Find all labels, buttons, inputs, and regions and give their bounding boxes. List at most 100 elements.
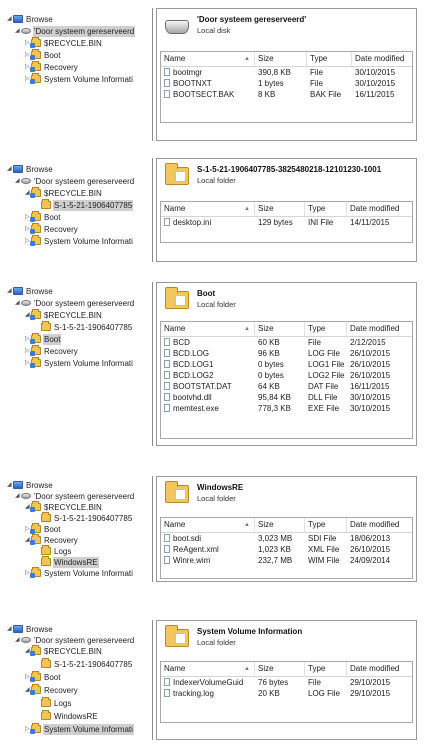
tree-node-recycle-bin[interactable]: ▷ $RECYCLE.BIN: [25, 37, 103, 49]
tree-node-windowsre[interactable]: WindowsRE: [41, 556, 99, 568]
column-header-size[interactable]: Size: [255, 52, 307, 66]
folder-icon: [30, 645, 41, 656]
tree-node-recycle-bin[interactable]: ◢ $RECYCLE.BIN: [25, 187, 103, 199]
folder-tree: ◢ Browse ◢ 'Door systeem gereserveerd ◢ $RE…: [5, 158, 153, 262]
column-header-date[interactable]: Date modified: [347, 662, 416, 676]
sort-arrow-icon: ▲: [244, 206, 250, 212]
file-row[interactable]: BOOTNXT 1 bytes File 30/10/2015: [161, 78, 412, 89]
location-title: System Volume Information: [197, 627, 303, 636]
file-row[interactable]: desktop.ini 129 bytes INI File 14/11/2015: [161, 217, 412, 228]
column-header-name[interactable]: Name ▲: [161, 662, 255, 676]
file-row[interactable]: tracking.log 20 KB LOG File 29/10/2015: [161, 688, 412, 699]
folder-icon: [30, 501, 41, 512]
file-row[interactable]: Winre.wim 232,7 MB WIM File 24/09/2014: [161, 555, 412, 566]
tree-node-browse[interactable]: ◢ Browse: [7, 624, 54, 635]
column-header-date[interactable]: Date modified: [347, 518, 416, 532]
drive-icon: [21, 493, 31, 499]
folder-icon: [41, 512, 51, 522]
tree-node-drive[interactable]: ◢ 'Door systeem gereserveerd: [15, 298, 135, 309]
file-row[interactable]: memtest.exe 778,3 KB EXE File 30/10/2015: [161, 403, 412, 414]
file-row[interactable]: BOOTSECT.BAK 8 KB BAK File 16/11/2015: [161, 89, 412, 100]
sort-arrow-icon: ▲: [244, 522, 250, 528]
folder-icon: [30, 49, 41, 60]
tree-node-recycle-bin[interactable]: ◢ $RECYCLE.BIN: [25, 645, 103, 657]
content-pane: System Volume Information Local folder N…: [156, 620, 417, 740]
tree-node-boot[interactable]: ▷ Boot: [25, 49, 61, 61]
tree-node-recovery[interactable]: ▷ Recovery: [25, 61, 79, 73]
column-header-type[interactable]: Type: [305, 202, 347, 216]
tree-node-browse[interactable]: ◢ Browse: [7, 480, 54, 491]
folder-icon: [30, 723, 41, 734]
content-pane: 'Door systeem gereserveerd' Local disk N…: [156, 8, 417, 141]
file-row[interactable]: BCD.LOG1 0 bytes LOG1 File 26/10/2015: [161, 359, 412, 370]
tree-node-sid-folder[interactable]: S-1-5-21-1906407785: [41, 321, 133, 333]
file-row[interactable]: IndexerVolumeGuid 76 bytes File 29/10/2015: [161, 677, 412, 688]
location-title: 'Door systeem gereserveerd': [197, 15, 307, 24]
content-pane: S-1-5-21-1906407785-3825480218-12101230-…: [156, 158, 417, 262]
tree-node-recycle-bin[interactable]: ◢ $RECYCLE.BIN: [25, 309, 103, 321]
folder-icon: [165, 163, 189, 185]
tree-node-browse[interactable]: ◢ Browse: [7, 14, 54, 25]
tree-node-sid-folder[interactable]: S-1-5-21-1906407785: [41, 199, 134, 211]
location-title: S-1-5-21-1906407785-3825480218-12101230-…: [197, 165, 382, 174]
location-subtitle: Local folder: [197, 494, 236, 503]
tree-node-recovery[interactable]: ▷ Recovery: [25, 223, 79, 235]
tree-node-system-volume-information[interactable]: ▷ System Volume Informati: [25, 567, 134, 579]
column-header-date[interactable]: Date modified: [347, 202, 416, 216]
folder-icon: [30, 223, 41, 234]
tree-node-boot[interactable]: ▷ Boot: [25, 211, 61, 223]
tree-node-boot[interactable]: ▷ Boot: [25, 523, 61, 535]
file-list: Name ▲ Size Type Date modified boot.sdi 3,…: [160, 517, 413, 579]
folder-icon: [41, 710, 51, 720]
tree-node-recovery[interactable]: ◢ Recovery: [25, 534, 79, 546]
explorer-frame-3: ◢ Browse ◢ 'Door systeem gereserveerd ◢ $RE…: [0, 282, 424, 446]
file-row[interactable]: bootmgr 390,8 KB File 30/10/2015: [161, 67, 412, 78]
tree-node-browse[interactable]: ◢ Browse: [7, 164, 54, 175]
column-header-date[interactable]: Date modified: [347, 322, 416, 336]
column-header-type[interactable]: Type: [305, 518, 347, 532]
column-header-type[interactable]: Type: [305, 662, 347, 676]
tree-node-system-volume-information[interactable]: ▷ System Volume Informati: [25, 235, 134, 247]
column-header-size[interactable]: Size: [255, 518, 305, 532]
tree-node-drive[interactable]: ◢ 'Door systeem gereserveerd: [15, 176, 135, 187]
tree-node-sid-folder[interactable]: S-1-5-21-1906407785: [41, 658, 133, 670]
file-row[interactable]: BCD.LOG 96 KB LOG File 26/10/2015: [161, 348, 412, 359]
column-header-name[interactable]: Name ▲: [161, 52, 255, 66]
tree-node-sid-folder[interactable]: S-1-5-21-1906407785: [41, 512, 133, 524]
column-header-size[interactable]: Size: [255, 322, 305, 336]
file-row[interactable]: BCD 60 KB File 2/12/2015: [161, 337, 412, 348]
tree-node-recycle-bin[interactable]: ◢ $RECYCLE.BIN: [25, 501, 103, 513]
tree-node-recovery[interactable]: ◢ Recovery: [25, 684, 79, 696]
drive-icon: [21, 637, 31, 643]
tree-node-system-volume-information[interactable]: ▷ System Volume Informati: [25, 73, 134, 85]
column-header-type[interactable]: Type: [305, 322, 347, 336]
file-row[interactable]: bootvhd.dll 95,84 KB DLL File 30/10/2015: [161, 392, 412, 403]
tree-node-boot[interactable]: ▷ Boot: [25, 333, 62, 345]
column-header-name[interactable]: Name ▲: [161, 322, 255, 336]
column-header-size[interactable]: Size: [255, 662, 305, 676]
folder-tree: ◢ Browse ◢ 'Door systeem gereserveerd ◢ $RE…: [5, 620, 153, 740]
tree-node-logs[interactable]: Logs: [41, 697, 72, 709]
file-row[interactable]: BOOTSTAT.DAT 64 KB DAT File 16/11/2015: [161, 381, 412, 392]
file-row[interactable]: BCD.LOG2 0 bytes LOG2 File 26/10/2015: [161, 370, 412, 381]
column-header-type[interactable]: Type: [307, 52, 352, 66]
tree-node-windowsre[interactable]: WindowsRE: [41, 710, 99, 722]
tree-node-boot[interactable]: ▷ Boot: [25, 671, 61, 683]
explorer-frame-4: ◢ Browse ◢ 'Door systeem gereserveerd ◢ $RE…: [0, 476, 424, 582]
column-headers: Name ▲ Size Type Date modified: [161, 52, 412, 67]
tree-node-system-volume-information[interactable]: ▷ System Volume Informati: [25, 723, 134, 735]
column-header-size[interactable]: Size: [255, 202, 305, 216]
file-icon: [164, 382, 170, 390]
location-subtitle: Local folder: [197, 176, 236, 185]
tree-node-drive[interactable]: ◢ 'Door systeem gereserveerd: [15, 26, 136, 37]
tree-node-system-volume-information[interactable]: ▷ System Volume Informati: [25, 357, 134, 369]
library-icon: [13, 481, 23, 489]
tree-node-recovery[interactable]: ▷ Recovery: [25, 345, 79, 357]
tree-node-browse[interactable]: ◢ Browse: [7, 286, 54, 297]
column-header-date[interactable]: Date modified: [352, 52, 416, 66]
file-row[interactable]: boot.sdi 3,023 MB SDI File 18/06/2013: [161, 533, 412, 544]
column-header-name[interactable]: Name ▲: [161, 202, 255, 216]
folder-icon: [30, 333, 41, 344]
file-row[interactable]: ReAgent.xml 1,023 KB XML File 26/10/2015: [161, 544, 412, 555]
column-header-name[interactable]: Name ▲: [161, 518, 255, 532]
